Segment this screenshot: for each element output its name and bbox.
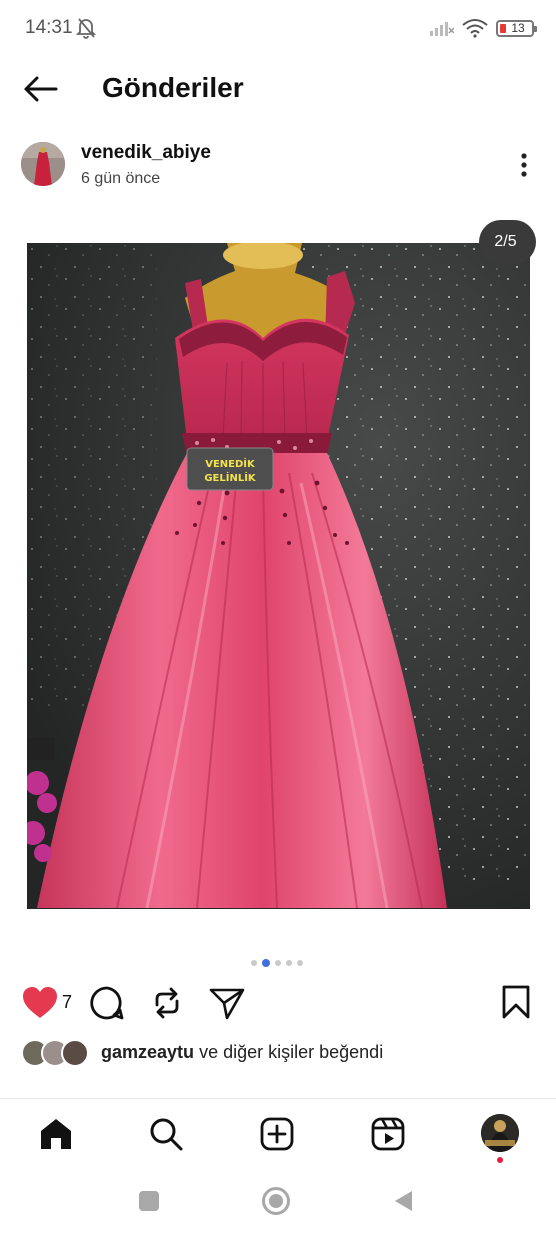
system-back-button[interactable] [392, 1189, 416, 1213]
carousel-dot [286, 960, 292, 966]
image-label-line1: VENEDİK [205, 456, 256, 470]
signal-icon [430, 22, 454, 36]
like-count[interactable]: 7 [62, 992, 72, 1013]
add-square-icon[interactable] [259, 1116, 295, 1152]
carousel-dot [251, 960, 257, 966]
wifi-icon [462, 19, 488, 38]
liked-by-text[interactable]: gamzeaytu ve diğer kişiler beğendi [101, 1042, 383, 1063]
repost-icon[interactable] [149, 985, 185, 1021]
arrow-left-icon[interactable] [22, 74, 58, 104]
home-icon[interactable] [38, 1116, 74, 1152]
photo-bottom-edge [27, 909, 530, 913]
carousel-dot [275, 960, 281, 966]
liked-by-others[interactable]: diğer kişiler beğendi [223, 1042, 383, 1062]
bottom-nav-divider [0, 1098, 556, 1099]
battery-level: 13 [511, 21, 525, 35]
battery-indicator: 13 [496, 19, 537, 37]
more-vertical-icon[interactable] [512, 150, 536, 180]
recents-button[interactable] [139, 1191, 159, 1211]
comment-icon[interactable] [89, 985, 125, 1021]
status-bar: 14:31 13 [0, 0, 556, 56]
reels-icon[interactable] [370, 1116, 406, 1152]
search-icon[interactable] [148, 1116, 184, 1152]
home-button[interactable] [261, 1186, 291, 1216]
page-title: Gönderiler [102, 72, 244, 103]
status-time: 14:31 [25, 17, 73, 38]
heart-filled-icon[interactable] [21, 985, 59, 1021]
carousel-dot-active [262, 959, 270, 967]
notification-dot [497, 1157, 503, 1163]
liker-avatar [61, 1039, 89, 1067]
send-icon[interactable] [208, 985, 246, 1021]
author-username[interactable]: venedik_abiye [81, 142, 211, 164]
image-counter-badge: 2/5 [479, 220, 536, 264]
image-label-line2: GELİNLİK [204, 470, 257, 484]
liker-avatars[interactable] [21, 1039, 93, 1067]
liked-by-connector: ve [199, 1042, 219, 1062]
carousel-dot [297, 960, 303, 966]
liked-by-username[interactable]: gamzeaytu [101, 1042, 194, 1062]
author-avatar[interactable] [21, 142, 65, 186]
post-time: 6 gün önce [81, 170, 161, 187]
profile-tab-avatar[interactable] [481, 1114, 519, 1152]
status-indicators: 13 [430, 17, 537, 39]
post-photo[interactable]: VENEDİK GELİNLİK [27, 243, 530, 913]
bookmark-icon[interactable] [500, 984, 532, 1020]
carousel-dots [251, 959, 303, 967]
bell-muted-icon [76, 18, 96, 39]
